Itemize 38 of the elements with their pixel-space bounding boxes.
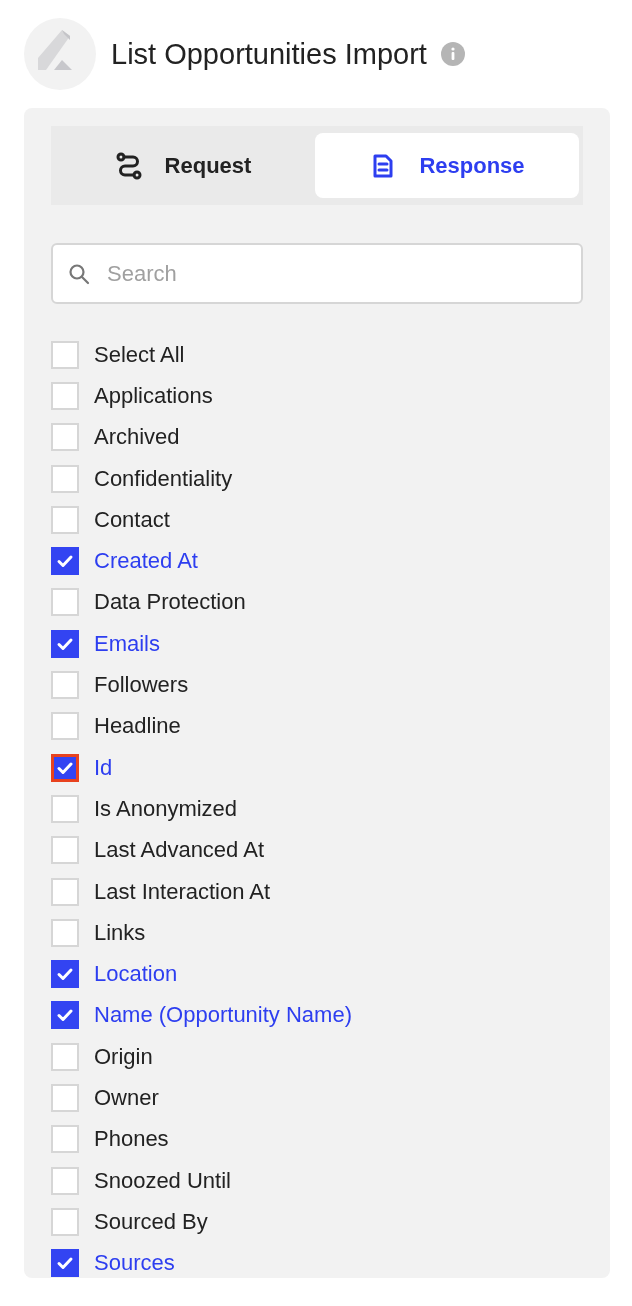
- field-label: Sources: [94, 1250, 175, 1277]
- search-field[interactable]: Search: [51, 243, 583, 304]
- page-title: List Opportunities Import: [111, 37, 427, 71]
- field-label: Emails: [94, 630, 160, 657]
- tab[interactable]: Response: [315, 133, 579, 198]
- field-label: Data Protection: [94, 589, 246, 616]
- field-label: Origin: [94, 1043, 153, 1070]
- route-icon: [114, 151, 143, 180]
- search-icon: [67, 261, 91, 286]
- checkbox[interactable]: [51, 960, 79, 989]
- checkbox[interactable]: [51, 547, 79, 576]
- tab[interactable]: Request: [51, 133, 315, 198]
- field-label: Contact: [94, 506, 170, 533]
- checkbox[interactable]: [51, 1001, 79, 1030]
- checkbox[interactable]: [51, 1249, 79, 1278]
- field-label: Confidentiality: [94, 465, 233, 492]
- field-label: Select All: [94, 341, 185, 368]
- field-label: Phones: [94, 1126, 169, 1153]
- field-label: Created At: [94, 548, 198, 575]
- checkbox[interactable]: [51, 629, 79, 658]
- checkbox[interactable]: [51, 753, 79, 782]
- field-label: Last Interaction At: [94, 878, 271, 905]
- app-logo-icon: [24, 18, 96, 90]
- field-label: Id: [94, 754, 113, 781]
- field-label: Location: [94, 961, 178, 988]
- field-label: Sourced By: [94, 1208, 208, 1235]
- field-label: Followers: [94, 672, 189, 698]
- field-label: Applications: [94, 382, 213, 409]
- field-label: Owner: [94, 1085, 159, 1111]
- field-label: Name (Opportunity Name): [94, 1002, 352, 1029]
- field-label: Last Advanced At: [94, 837, 265, 864]
- field-label: Headline: [94, 713, 181, 740]
- field-label: Links: [94, 919, 146, 946]
- search-input[interactable]: Search: [105, 259, 567, 288]
- info-icon[interactable]: [440, 42, 465, 66]
- field-label: Is Anonymized: [94, 795, 238, 822]
- field-label: Archived: [94, 424, 180, 451]
- field-label: Snoozed Until: [94, 1167, 231, 1194]
